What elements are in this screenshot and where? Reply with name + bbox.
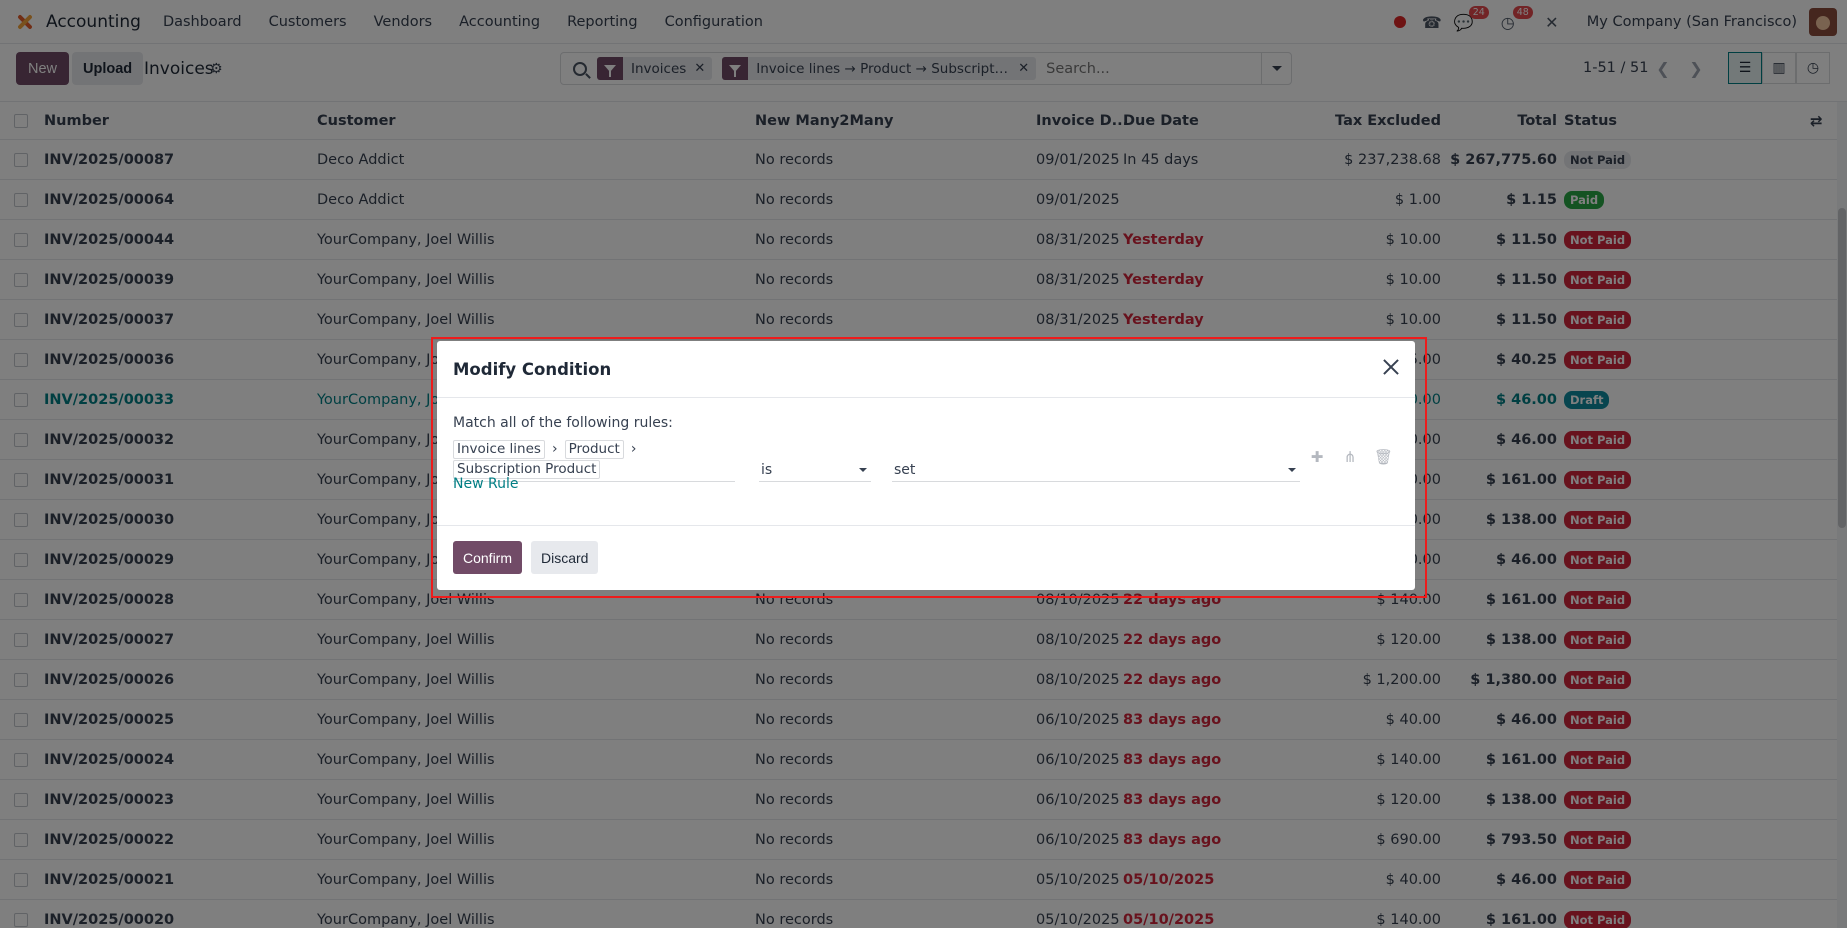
confirm-button[interactable]: Confirm [453, 541, 523, 574]
close-icon[interactable] [1381, 357, 1401, 377]
chevron-right-icon: › [551, 441, 558, 457]
discard-button[interactable]: Discard [531, 541, 599, 574]
dialog-header: Modify Condition [437, 341, 1415, 398]
dialog-body: Match all of the following rules: Invoic… [437, 398, 1415, 526]
path-chip-invoice-lines: Invoice lines [453, 439, 545, 459]
chevron-right-icon: › [630, 441, 637, 457]
match-rules-label: Match all of the following rules: [453, 415, 673, 431]
operator-select[interactable]: is [759, 458, 871, 482]
delete-rule-icon[interactable]: 🗑 [1374, 448, 1393, 466]
chevron-down-icon [1288, 468, 1296, 472]
operator-value: is [761, 461, 773, 478]
add-rule-icon[interactable]: ✚ [1309, 448, 1325, 466]
path-chip-product: Product [564, 439, 624, 459]
value-select[interactable]: set [892, 458, 1300, 482]
add-branch-icon[interactable]: ⋔ [1342, 448, 1358, 466]
dialog-title: Modify Condition [453, 360, 612, 379]
chevron-down-icon [859, 468, 867, 472]
new-rule-link[interactable]: New Rule [453, 476, 518, 492]
value-value: set [894, 461, 916, 478]
modify-condition-dialog: Modify Condition Match all of the follow… [437, 341, 1415, 590]
